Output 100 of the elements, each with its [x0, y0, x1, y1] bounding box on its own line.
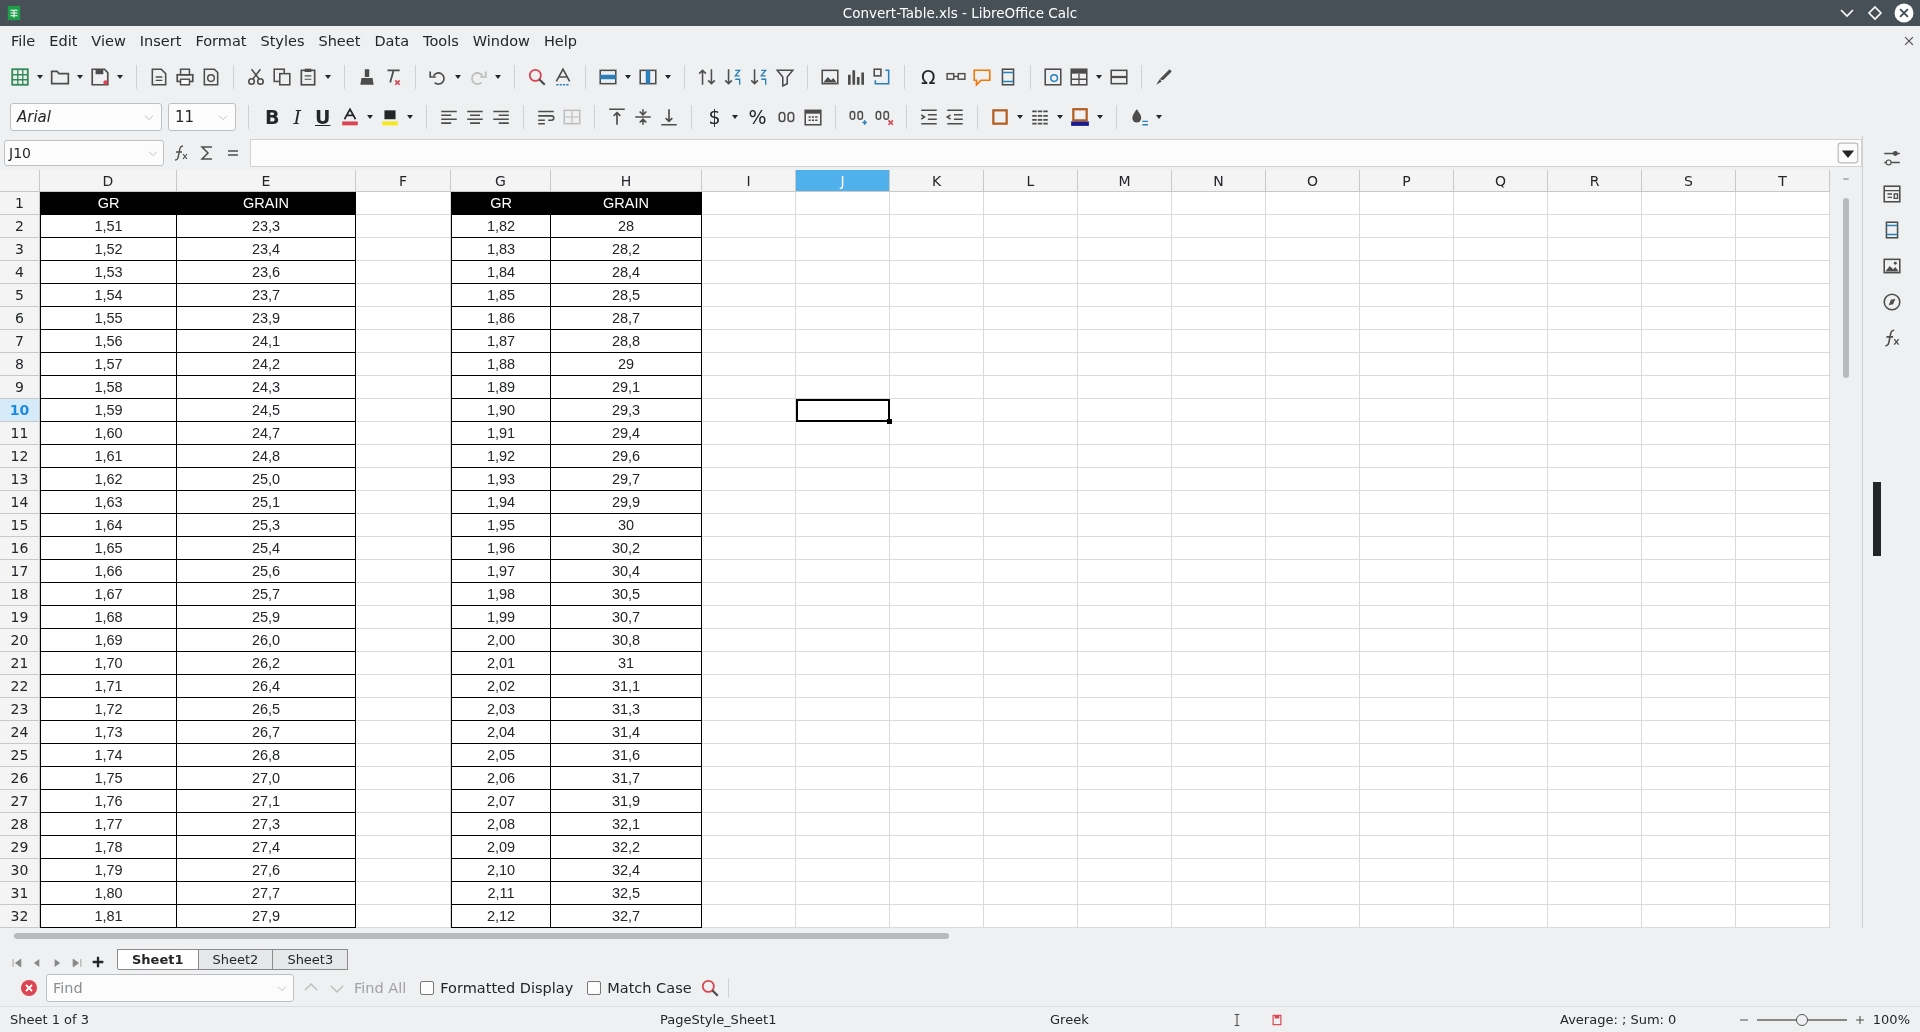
font-color-icon[interactable] — [340, 107, 361, 127]
special-character-button[interactable]: Ω — [917, 63, 940, 91]
caret-icon[interactable] — [494, 74, 502, 80]
row-header[interactable]: 18 — [0, 583, 40, 606]
spreadsheet-icon[interactable] — [10, 67, 30, 87]
caret-icon[interactable] — [406, 114, 415, 120]
column-header[interactable]: S — [1642, 170, 1736, 192]
close-document-icon[interactable] — [1902, 34, 1916, 48]
zoom-slider-thumb[interactable] — [1795, 1013, 1808, 1026]
horizontal-scrollbar-thumb[interactable] — [14, 933, 949, 939]
row-header[interactable]: 15 — [0, 514, 40, 537]
row-header[interactable]: 14 — [0, 491, 40, 514]
scissors-icon[interactable] — [246, 67, 266, 87]
caret-icon[interactable] — [36, 74, 44, 80]
checkbox-label[interactable]: Match Case — [607, 980, 692, 996]
expand-formula-icon[interactable] — [1837, 142, 1859, 164]
column-header[interactable]: L — [984, 170, 1078, 192]
row-header[interactable]: 23 — [0, 698, 40, 721]
menu-item[interactable]: File — [4, 30, 43, 52]
menu-item[interactable]: Window — [465, 30, 537, 52]
brush-icon[interactable] — [357, 67, 377, 87]
caret-icon[interactable] — [664, 74, 672, 80]
table-icon[interactable] — [1068, 67, 1089, 87]
sidebar-toggle[interactable] — [1873, 482, 1881, 556]
caret-icon[interactable] — [454, 74, 462, 80]
document-modified-icon[interactable] — [1270, 1012, 1284, 1027]
page-magnifier-icon[interactable] — [201, 67, 221, 87]
caret-icon[interactable] — [1154, 114, 1163, 120]
font-size-field[interactable]: 11 — [168, 103, 236, 131]
scrollbar-thumb[interactable] — [1843, 198, 1849, 378]
caret-icon[interactable] — [1015, 114, 1024, 120]
menu-item[interactable]: Insert — [132, 30, 189, 52]
row-header[interactable]: 4 — [0, 261, 40, 284]
font-name-field[interactable]: Arial — [10, 103, 162, 131]
row-header[interactable]: 5 — [0, 284, 40, 307]
calendar-icon[interactable] — [802, 107, 823, 127]
row-header[interactable]: 25 — [0, 744, 40, 767]
document-icon[interactable] — [149, 67, 169, 87]
row-header[interactable]: 19 — [0, 606, 40, 629]
menu-item[interactable]: Data — [367, 30, 416, 52]
print-range-icon[interactable] — [1042, 67, 1063, 87]
column-header[interactable]: D — [40, 170, 177, 192]
caret-icon[interactable] — [366, 114, 375, 120]
row-header[interactable]: 3 — [0, 238, 40, 261]
menu-item[interactable]: Styles — [253, 30, 312, 52]
columns-icon[interactable] — [638, 67, 658, 87]
row-header[interactable]: 21 — [0, 652, 40, 675]
search-icon[interactable] — [527, 67, 547, 87]
sort-ascending-icon[interactable] — [723, 67, 743, 87]
name-box[interactable]: J10 — [4, 140, 164, 166]
gallery-icon[interactable] — [1881, 256, 1902, 276]
column-header[interactable]: T — [1736, 170, 1830, 192]
row-header[interactable]: 32 — [0, 905, 40, 928]
spelling-icon[interactable] — [553, 67, 573, 87]
row-header[interactable]: 7 — [0, 330, 40, 353]
align-bottom-icon[interactable] — [659, 107, 680, 127]
sheet-tab[interactable]: Sheet1 — [117, 949, 199, 969]
menu-item[interactable]: Edit — [42, 30, 85, 52]
find-replace-icon[interactable] — [699, 978, 720, 998]
row-header[interactable]: 27 — [0, 790, 40, 813]
row-header[interactable]: 24 — [0, 721, 40, 744]
borders-icon[interactable] — [989, 107, 1010, 127]
column-header[interactable]: R — [1548, 170, 1642, 192]
column-header[interactable]: N — [1172, 170, 1266, 192]
row-header[interactable]: 8 — [0, 353, 40, 376]
highlight-icon[interactable] — [380, 107, 401, 127]
column-header[interactable]: G — [451, 170, 551, 192]
close-icon[interactable] — [1894, 3, 1914, 23]
caret-icon[interactable] — [324, 74, 332, 80]
currency-button[interactable]: $ — [704, 103, 725, 131]
close-find-bar-icon[interactable] — [20, 979, 38, 997]
styles-icon[interactable] — [1881, 184, 1902, 204]
row-header[interactable]: 16 — [0, 537, 40, 560]
caret-icon[interactable] — [730, 114, 739, 120]
row-header[interactable]: 11 — [0, 422, 40, 445]
pivot-table-icon[interactable] — [872, 67, 892, 87]
column-header[interactable]: E — [177, 170, 356, 192]
printer-icon[interactable] — [175, 67, 195, 87]
row-header[interactable]: 1 — [0, 192, 40, 215]
column-header[interactable]: O — [1266, 170, 1360, 192]
selected-cell[interactable] — [796, 399, 890, 422]
image-icon[interactable] — [820, 67, 840, 87]
first-sheet-icon[interactable] — [10, 956, 24, 970]
sheet-tab[interactable]: Sheet3 — [272, 949, 349, 969]
funnel-icon[interactable] — [775, 67, 795, 87]
compass-icon[interactable] — [1881, 292, 1902, 312]
sheet-tab[interactable]: Sheet2 — [197, 949, 274, 969]
checkbox-label[interactable]: Formatted Display — [440, 980, 574, 996]
column-header[interactable]: K — [890, 170, 984, 192]
caret-icon[interactable] — [116, 74, 124, 80]
column-header[interactable]: M — [1078, 170, 1172, 192]
decrease-indent-icon[interactable] — [944, 107, 965, 127]
caret-icon[interactable] — [624, 74, 632, 80]
row-header[interactable]: 2 — [0, 215, 40, 238]
row-header[interactable]: 13 — [0, 468, 40, 491]
copy-icon[interactable] — [272, 67, 292, 87]
row-header[interactable]: 9 — [0, 376, 40, 399]
split-window-icon[interactable] — [1108, 67, 1129, 87]
column-header[interactable]: P — [1360, 170, 1454, 192]
add-sheet-icon[interactable] — [90, 954, 106, 970]
